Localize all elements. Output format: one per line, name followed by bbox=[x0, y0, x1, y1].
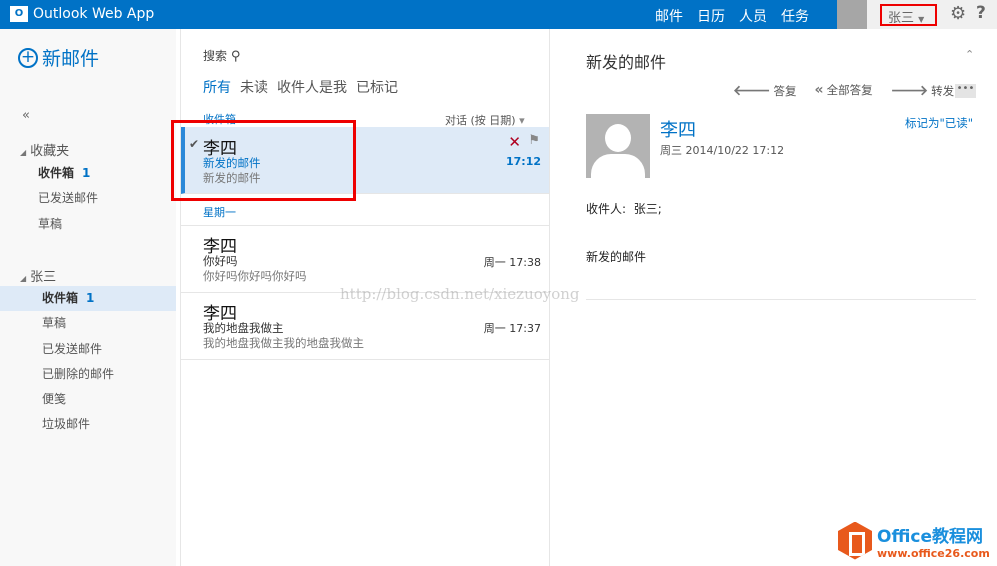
top-bar: O Outlook Web App 邮件 日历 人员 任务 张三 ▼ ⚙ ? bbox=[0, 0, 997, 33]
collapse-pane-button[interactable]: « bbox=[22, 108, 30, 123]
recipients: 收件人: 张三; bbox=[586, 200, 662, 217]
folder-junk[interactable]: 垃圾邮件 bbox=[42, 412, 90, 437]
office-logo-icon bbox=[838, 521, 872, 560]
double-arrow-left-icon: « bbox=[814, 82, 824, 98]
folder-label: 收件箱 bbox=[42, 291, 79, 305]
unread-count: 1 bbox=[82, 166, 91, 180]
reply-button[interactable]: 🡐 答复 bbox=[733, 82, 797, 99]
flag-icon[interactable]: ⚑ bbox=[528, 133, 540, 148]
folder-deleted[interactable]: 已删除的邮件 bbox=[42, 362, 114, 387]
group-label: 张三 bbox=[30, 270, 57, 285]
folder-favorites-drafts[interactable]: 草稿 bbox=[38, 212, 62, 237]
avatar bbox=[586, 114, 650, 178]
filter-flagged[interactable]: 已标记 bbox=[356, 77, 398, 97]
more-actions-button[interactable]: ••• bbox=[955, 84, 976, 98]
folder-notes[interactable]: 便笺 bbox=[42, 387, 66, 412]
nav-people[interactable]: 人员 bbox=[739, 6, 767, 26]
app-title: Outlook Web App bbox=[33, 6, 155, 22]
new-mail-label: 新邮件 bbox=[42, 48, 100, 70]
folder-inbox[interactable]: 收件箱 1 bbox=[42, 286, 94, 311]
outlook-icon: O bbox=[10, 6, 28, 22]
folder-favorites-sent[interactable]: 已发送邮件 bbox=[38, 186, 98, 211]
filter-tabs: 所有 未读 收件人是我 已标记 bbox=[203, 77, 398, 97]
user-menu[interactable]: 张三 ▼ bbox=[880, 4, 937, 26]
recipient-name[interactable]: 张三; bbox=[634, 202, 662, 216]
message-subject: 我的地盘我做主 bbox=[203, 321, 284, 335]
plus-icon: + bbox=[18, 47, 38, 68]
main-nav: 邮件 日历 人员 任务 bbox=[655, 6, 809, 33]
sender-name[interactable]: 李四 bbox=[660, 116, 696, 142]
group-label: 收藏夹 bbox=[30, 144, 70, 159]
new-mail-button[interactable]: + 新邮件 bbox=[18, 44, 99, 71]
message-item[interactable]: 李四 我的地盘我做主 我的地盘我做主我的地盘我做主 周一 17:37 bbox=[181, 293, 549, 360]
nav-tasks[interactable]: 任务 bbox=[781, 6, 809, 26]
reply-all-button[interactable]: «全部答复 bbox=[815, 82, 873, 99]
brand-name: Office教程网 bbox=[877, 526, 984, 547]
reply-all-label: 全部答复 bbox=[826, 83, 873, 97]
unread-count: 1 bbox=[86, 291, 95, 305]
app-logo[interactable]: O Outlook Web App bbox=[10, 6, 154, 22]
message-title: 新发的邮件 bbox=[586, 53, 667, 72]
chevron-down-icon: ▼ bbox=[918, 15, 925, 24]
message-preview: 你好吗你好吗你好吗 bbox=[203, 269, 307, 283]
filter-to-me[interactable]: 收件人是我 bbox=[277, 77, 347, 97]
chevron-down-icon: ▾ bbox=[519, 114, 525, 127]
mark-as-read-link[interactable]: 标记为"已读" bbox=[905, 115, 973, 131]
search-icon: ⚲ bbox=[230, 49, 241, 64]
message-actions: 🡐 答复 «全部答复 🡒 转发 bbox=[733, 82, 954, 99]
collapse-up-icon[interactable]: ⌃ bbox=[965, 48, 974, 61]
folder-drafts[interactable]: 草稿 bbox=[42, 311, 66, 336]
nav-calendar[interactable]: 日历 bbox=[697, 6, 725, 26]
user-name: 张三 bbox=[888, 11, 915, 26]
reply-label: 答复 bbox=[773, 84, 797, 98]
folder-label: 收件箱 bbox=[38, 166, 75, 180]
message-subject: 你好吗 bbox=[203, 254, 238, 268]
message-item[interactable]: 李四 你好吗 你好吗你好吗你好吗 周一 17:38 bbox=[181, 226, 549, 293]
message-body: 新发的邮件 bbox=[586, 250, 647, 264]
user-photo-placeholder bbox=[837, 0, 867, 29]
divider bbox=[586, 299, 976, 300]
gear-icon[interactable]: ⚙ bbox=[950, 3, 966, 24]
folder-favorites-inbox[interactable]: 收件箱 1 bbox=[38, 161, 90, 186]
arrow-right-icon: 🡒 bbox=[890, 83, 929, 99]
search-label: 搜索 bbox=[203, 49, 228, 63]
forward-label: 转发 bbox=[931, 84, 955, 98]
filter-all[interactable]: 所有 bbox=[203, 77, 231, 97]
message-preview: 我的地盘我做主我的地盘我做主 bbox=[203, 336, 364, 350]
search-box[interactable]: 搜索 ⚲ bbox=[203, 47, 240, 64]
sort-dropdown[interactable]: 对话 (按 日期) ▾ bbox=[445, 112, 525, 128]
message-time: 17:12 bbox=[505, 155, 541, 168]
folder-sent[interactable]: 已发送邮件 bbox=[42, 337, 102, 362]
filter-unread[interactable]: 未读 bbox=[240, 77, 268, 97]
sent-date: 周三 2014/10/22 17:12 bbox=[660, 144, 785, 157]
sort-label: 对话 (按 日期) bbox=[445, 114, 516, 127]
message-time: 周一 17:38 bbox=[483, 256, 541, 269]
account-group[interactable]: ◢ 张三 bbox=[20, 266, 56, 285]
message-time: 周一 17:37 bbox=[483, 322, 541, 335]
divider bbox=[181, 194, 549, 226]
arrow-left-icon: 🡐 bbox=[733, 83, 771, 99]
forward-button[interactable]: 🡒 转发 bbox=[891, 82, 955, 99]
delete-icon[interactable]: ✕ bbox=[508, 133, 521, 151]
nav-mail[interactable]: 邮件 bbox=[655, 6, 683, 33]
watermark: http://blog.csdn.net/xiezuoyong bbox=[340, 285, 580, 303]
help-icon[interactable]: ? bbox=[976, 3, 986, 23]
brand-url: www.office26.com bbox=[877, 546, 990, 560]
to-label: 收件人: bbox=[586, 202, 627, 216]
brand-logo: Office教程网 www.office26.com bbox=[835, 515, 997, 566]
highlight-box bbox=[171, 120, 356, 201]
triangle-icon: ◢ bbox=[20, 148, 27, 157]
triangle-icon: ◢ bbox=[20, 274, 27, 283]
reading-pane bbox=[551, 29, 997, 566]
favorites-group[interactable]: ◢ 收藏夹 bbox=[20, 140, 69, 159]
